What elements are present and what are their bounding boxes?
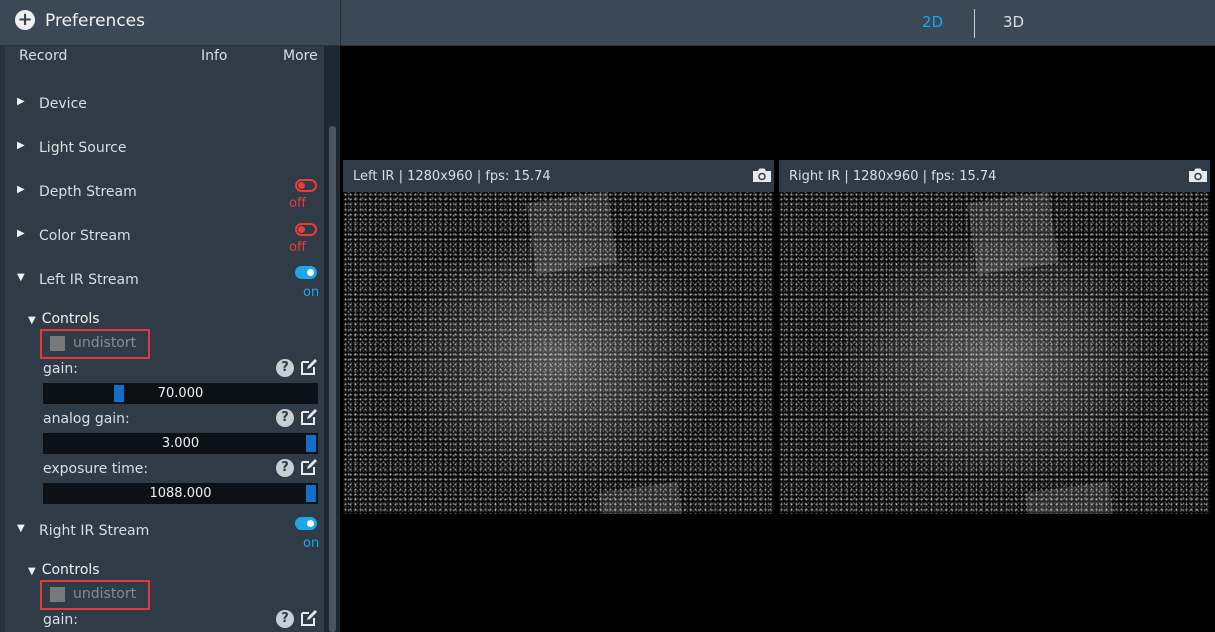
edit-icon[interactable] [300, 358, 318, 376]
section-label: Depth Stream [39, 184, 137, 200]
more-tab[interactable]: More [283, 48, 318, 64]
section-label: Light Source [39, 140, 127, 156]
info-tab[interactable]: Info [201, 48, 228, 64]
caret-right-icon: ▶ [17, 228, 25, 239]
analog-gain-label: analog gain: [43, 411, 130, 427]
left-ir-controls-toggle[interactable]: ▼ Controls [28, 311, 100, 327]
section-depth-stream[interactable]: ▶ Depth Stream [5, 184, 324, 214]
right-ir-toggle-icon[interactable] [295, 517, 317, 530]
ir-image-tile [967, 192, 1059, 275]
viewer-header: Right IR | 1280x960 | fps: 15.74 [779, 160, 1210, 192]
preferences-label: Preferences [45, 11, 145, 31]
preferences-button[interactable]: + Preferences [0, 0, 341, 45]
sidebar: Record Info More ▶ Device ▶ Light Source… [0, 46, 340, 632]
section-label: Device [39, 96, 87, 112]
color-stream-toggle-icon[interactable] [295, 223, 317, 236]
slider-thumb[interactable] [306, 435, 316, 452]
caret-down-icon: ▼ [28, 566, 36, 577]
caret-down-icon: ▼ [28, 315, 36, 326]
section-left-ir-stream[interactable]: ▼ Left IR Stream [5, 272, 324, 302]
camera-icon[interactable] [1188, 167, 1208, 183]
left-ir-state: on [303, 285, 320, 300]
viewer-title: Left IR | 1280x960 | fps: 15.74 [353, 169, 551, 184]
controls-label: Controls [41, 562, 100, 578]
slider-thumb[interactable] [306, 485, 316, 502]
right-ir-state: on [303, 536, 320, 551]
tab-3d[interactable]: 3D [1003, 13, 1024, 31]
section-label: Right IR Stream [39, 523, 150, 539]
caret-down-icon: ▼ [17, 272, 25, 283]
help-icon[interactable]: ? [276, 359, 294, 377]
gain-label: gain: [43, 612, 78, 628]
controls-label: Controls [41, 311, 100, 327]
ir-image [343, 192, 774, 514]
ir-image-tile [1024, 481, 1115, 514]
gain-label: gain: [43, 361, 78, 377]
edit-icon[interactable] [300, 609, 318, 627]
ir-image [779, 192, 1210, 514]
section-color-stream[interactable]: ▶ Color Stream [5, 228, 324, 258]
caret-down-icon: ▼ [17, 523, 25, 534]
top-bar: + Preferences 2D 3D [0, 0, 1215, 46]
exposure-time-label: exposure time: [43, 461, 149, 477]
edit-icon[interactable] [300, 408, 318, 426]
undistort-label: undistort [73, 335, 137, 351]
left-ir-viewer[interactable]: Left IR | 1280x960 | fps: 15.74 [343, 160, 774, 514]
right-ir-viewer[interactable]: Right IR | 1280x960 | fps: 15.74 [779, 160, 1210, 514]
ir-image-tile [598, 481, 684, 514]
right-ir-undistort-checkbox[interactable]: undistort [40, 580, 150, 610]
help-icon[interactable]: ? [276, 409, 294, 427]
left-ir-undistort-checkbox[interactable]: undistort [40, 329, 150, 359]
scrollbar-thumb[interactable] [329, 126, 336, 632]
depth-stream-state: off [289, 196, 306, 211]
help-icon[interactable]: ? [276, 610, 294, 628]
caret-right-icon: ▶ [17, 96, 25, 107]
exposure-time-slider[interactable]: 1088.000 [43, 483, 318, 504]
caret-right-icon: ▶ [17, 184, 25, 195]
undistort-label: undistort [73, 586, 137, 602]
section-label: Color Stream [39, 228, 131, 244]
viewer-title: Right IR | 1280x960 | fps: 15.74 [789, 169, 997, 184]
section-light-source[interactable]: ▶ Light Source [5, 140, 324, 170]
viewer-header: Left IR | 1280x960 | fps: 15.74 [343, 160, 774, 192]
edit-icon[interactable] [300, 458, 318, 476]
help-icon[interactable]: ? [276, 459, 294, 477]
section-device[interactable]: ▶ Device [5, 96, 324, 126]
right-ir-controls-toggle[interactable]: ▼ Controls [28, 562, 100, 578]
plus-icon[interactable]: + [15, 10, 35, 30]
checkbox-icon[interactable] [50, 587, 65, 602]
sidebar-panel: Record Info More ▶ Device ▶ Light Source… [5, 46, 324, 632]
exposure-time-value: 1088.000 [149, 486, 212, 501]
left-ir-toggle-icon[interactable] [295, 266, 317, 279]
ir-image-tile [526, 192, 618, 275]
caret-right-icon: ▶ [17, 140, 25, 151]
record-tab[interactable]: Record [19, 48, 67, 64]
tab-divider [974, 9, 975, 38]
camera-icon[interactable] [752, 167, 772, 183]
section-label: Left IR Stream [39, 272, 139, 288]
slider-thumb[interactable] [114, 385, 124, 402]
analog-gain-slider[interactable]: 3.000 [43, 433, 318, 454]
color-stream-state: off [289, 240, 306, 255]
section-right-ir-stream[interactable]: ▼ Right IR Stream [5, 523, 324, 553]
analog-gain-value: 3.000 [161, 436, 200, 451]
gain-slider[interactable]: 70.000 [43, 383, 318, 404]
depth-stream-toggle-icon[interactable] [295, 179, 317, 192]
gain-value: 70.000 [157, 386, 204, 401]
tab-2d[interactable]: 2D [922, 13, 943, 31]
checkbox-icon[interactable] [50, 336, 65, 351]
